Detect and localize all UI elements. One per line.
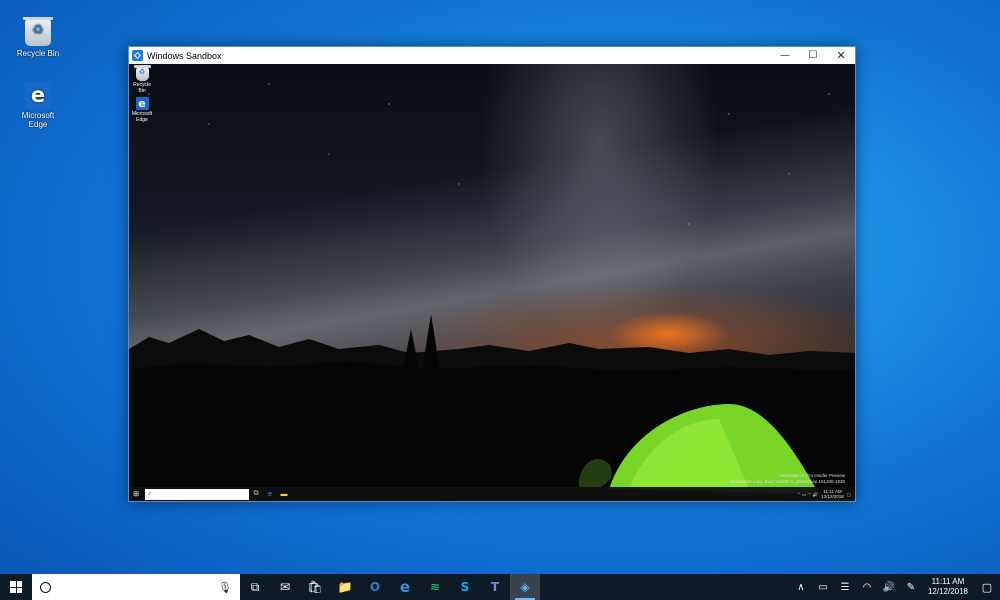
minimize-button[interactable]: — xyxy=(771,47,799,64)
teams-icon[interactable]: T xyxy=(480,574,510,600)
inner-icon-label: Recycle Bin xyxy=(133,82,151,94)
recycle-bin-icon xyxy=(23,17,53,46)
search-icon: ⌕ xyxy=(148,490,152,497)
inner-file-explorer-icon[interactable]: ▬ xyxy=(277,491,291,498)
battery-icon[interactable]: ▭ xyxy=(812,582,834,593)
inner-tray-icons[interactable]: ⌃ ▭ ◠ 🔊 xyxy=(797,492,818,497)
inner-desktop-icon-recycle-bin[interactable]: Recycle Bin xyxy=(131,65,153,94)
start-button[interactable] xyxy=(0,574,32,600)
volume-icon[interactable]: 🔊 xyxy=(878,582,900,593)
inner-taskbar: ⊞ ⌕ ⧉ e ▬ ⌃ ▭ ◠ 🔊 11:11 AM 12/12/2018 ▢ xyxy=(129,487,855,501)
window-titlebar[interactable]: Windows Sandbox — ☐ ✕ xyxy=(129,47,855,64)
inner-icon-label: Microsoft Edge xyxy=(131,111,153,123)
edge-icon: e xyxy=(25,82,51,108)
edge-icon: e xyxy=(135,97,149,110)
inner-system-tray: ⌃ ▭ ◠ 🔊 11:11 AM 12/12/2018 ▢ xyxy=(797,489,855,499)
desktop-icon-label: Microsoft Edge xyxy=(21,111,55,129)
inner-task-view-icon[interactable]: ⧉ xyxy=(249,490,263,498)
inner-start-button[interactable]: ⊞ xyxy=(129,490,143,498)
inner-edge-icon[interactable]: e xyxy=(263,491,277,498)
taskbar-clock[interactable]: 11:11 AM 12/12/2018 xyxy=(922,577,974,597)
microphone-icon[interactable]: 🎙 xyxy=(218,581,232,594)
inner-search-box[interactable]: ⌕ xyxy=(145,488,249,500)
show-hidden-icons-chevron-icon[interactable]: ∧ xyxy=(790,582,812,593)
window-title: Windows Sandbox xyxy=(147,50,222,61)
pen-icon[interactable]: ✎ xyxy=(900,582,922,593)
system-tray: ∧ ▭ ☰ ◠ 🔊 ✎ 11:11 AM 12/12/2018 ▢ xyxy=(790,574,1000,600)
clock-date: 12/12/2018 xyxy=(927,587,968,596)
close-button[interactable]: ✕ xyxy=(827,47,855,64)
cortana-circle-icon xyxy=(40,581,51,593)
sandbox-app-icon xyxy=(132,50,143,61)
outlook-icon[interactable]: O xyxy=(360,574,390,600)
mail-icon[interactable]: ✉ xyxy=(270,574,300,600)
network-icon[interactable]: ☰ xyxy=(834,582,856,593)
spotify-icon[interactable]: ≋ xyxy=(420,574,450,600)
watermark-line2: Evaluation copy. Build 18305.rs_prerelea… xyxy=(730,478,845,484)
wifi-icon[interactable]: ◠ xyxy=(856,582,878,593)
taskbar-search-box[interactable]: 🎙 xyxy=(32,574,240,600)
inner-clock[interactable]: 11:11 AM 12/12/2018 xyxy=(821,489,844,499)
recycle-bin-icon xyxy=(133,65,151,81)
action-center-icon[interactable]: ▢ xyxy=(974,581,1000,594)
sandbox-screen[interactable]: Recycle Bin e Microsoft Edge Windows 10 … xyxy=(129,64,855,501)
inner-desktop-icon-edge[interactable]: e Microsoft Edge xyxy=(131,97,153,123)
edge-icon[interactable]: e xyxy=(390,574,420,600)
sandbox-window[interactable]: Windows Sandbox — ☐ ✕ Recycle Bin e Micr… xyxy=(128,46,856,502)
clock-time: 11:11 AM xyxy=(931,577,965,586)
windows-logo-icon xyxy=(10,581,22,593)
inner-date: 12/12/2018 xyxy=(821,494,844,499)
inner-notification-icon[interactable]: ▢ xyxy=(847,492,851,497)
maximize-button[interactable]: ☐ xyxy=(799,47,827,64)
skype-icon[interactable]: S xyxy=(450,574,480,600)
store-icon[interactable]: 🛍 xyxy=(300,574,330,600)
desktop-icon-edge[interactable]: e Microsoft Edge xyxy=(12,82,64,129)
task-view-button[interactable]: ⧉ xyxy=(240,574,270,600)
desktop-icon-label: Recycle Bin xyxy=(16,49,60,58)
desktop-icon-recycle-bin[interactable]: Recycle Bin xyxy=(12,17,64,58)
file-explorer-icon[interactable]: 📁 xyxy=(330,574,360,600)
taskbar: 🎙 ⧉ ✉ 🛍 📁 O e ≋ S T ◈ ∧ ▭ ☰ ◠ 🔊 ✎ 11:11 … xyxy=(0,574,1000,600)
windows-sandbox-taskbar-button[interactable]: ◈ xyxy=(510,574,540,600)
build-watermark: Windows 10 Pro Insider Preview Evaluatio… xyxy=(731,473,845,484)
